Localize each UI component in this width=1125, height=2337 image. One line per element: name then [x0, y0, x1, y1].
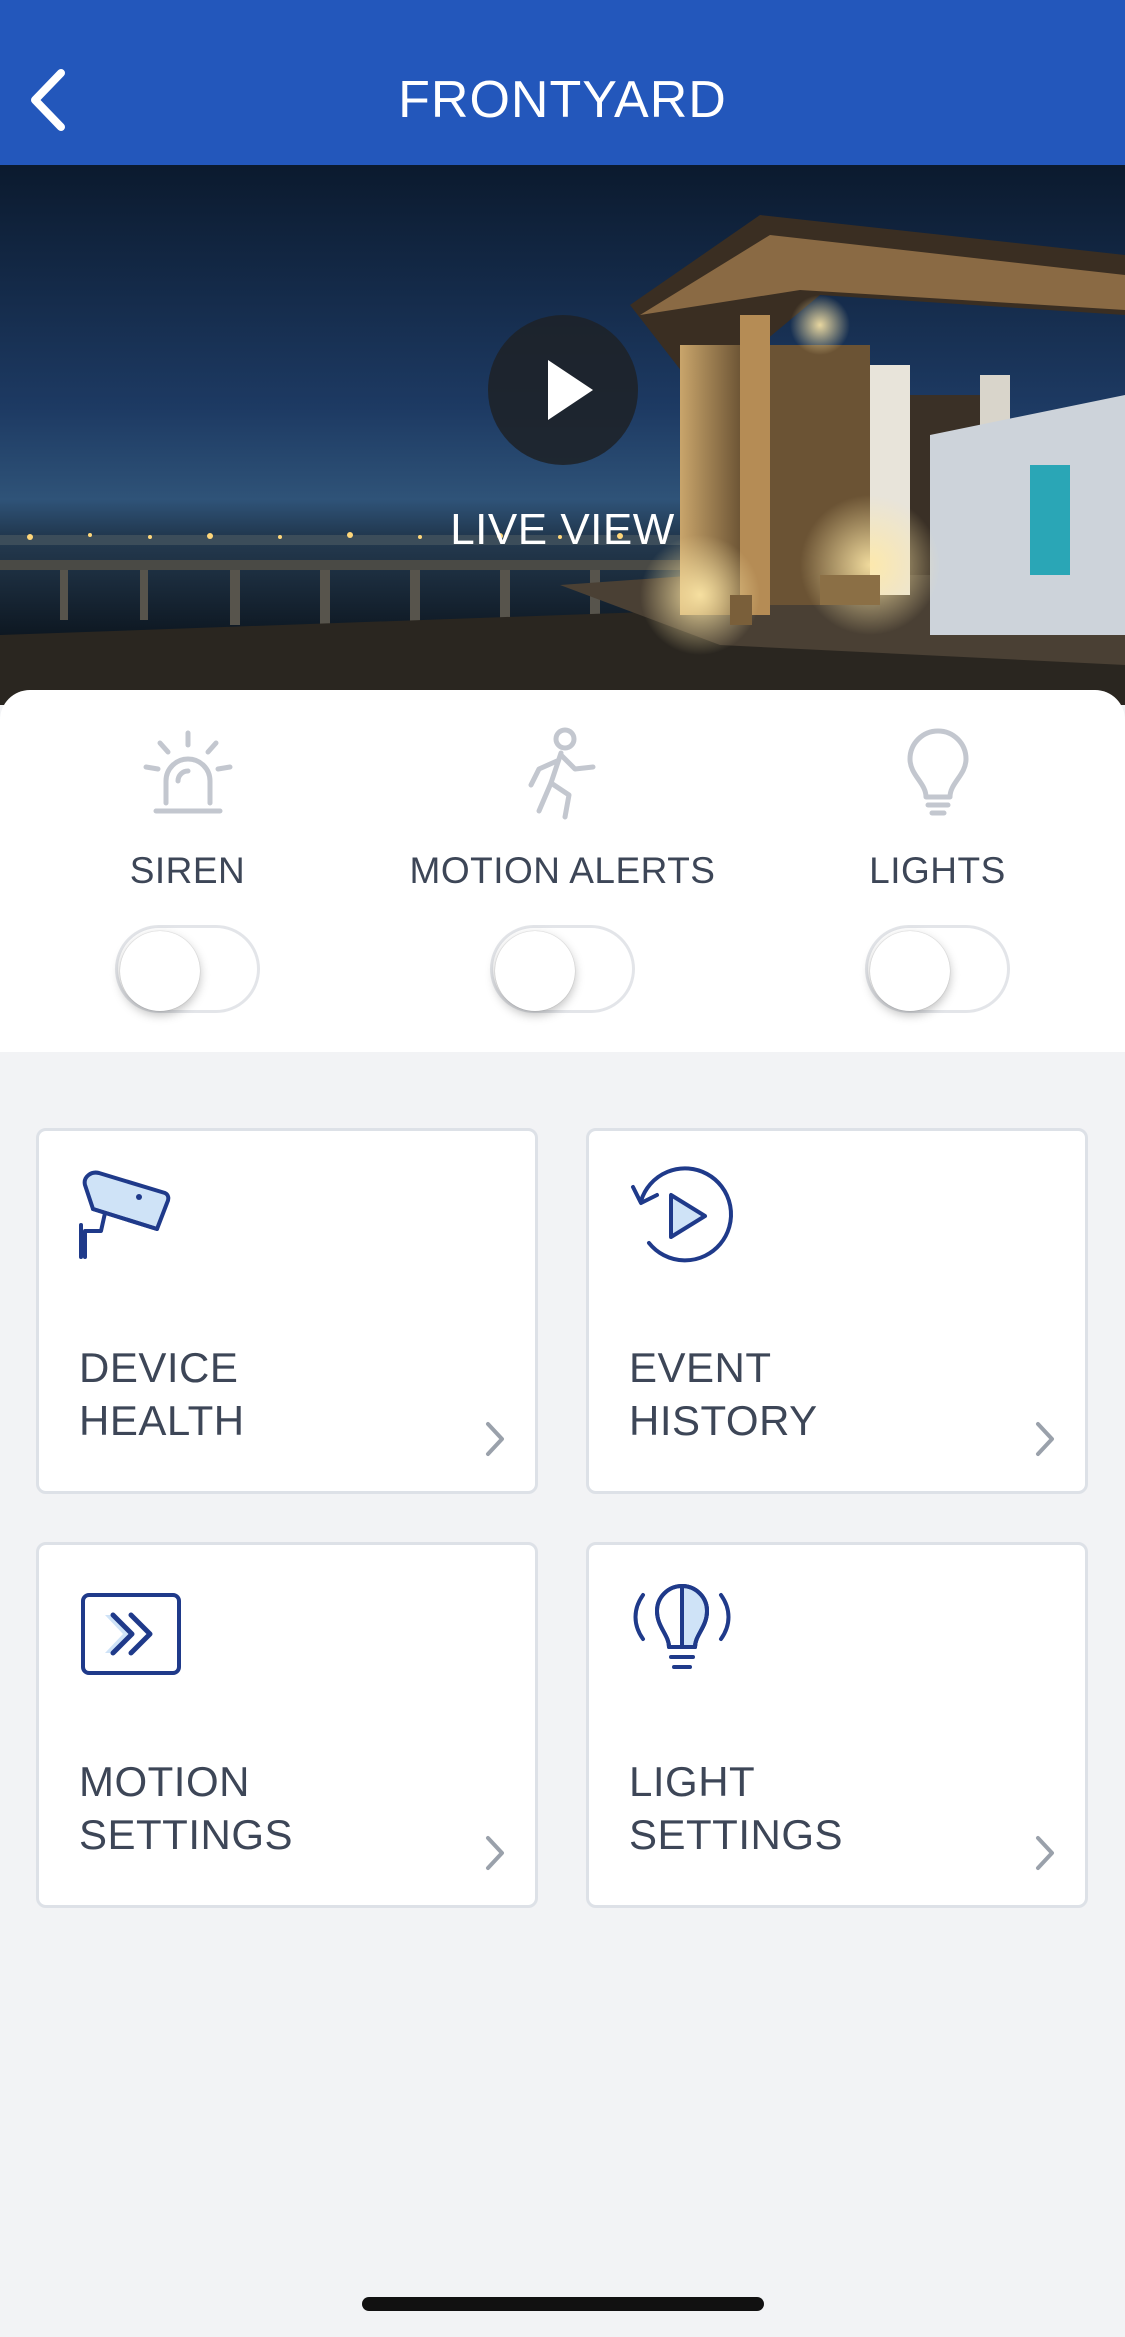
camera-icon [79, 1170, 171, 1259]
siren-label: SIREN [129, 850, 246, 891]
home-indicator [362, 2297, 764, 2311]
running-person-icon [528, 727, 595, 820]
siren-control: SIREN [0, 690, 375, 1052]
tile-title-line2: SETTINGS [629, 1811, 844, 1858]
siren-toggle[interactable] [115, 925, 260, 1013]
lights-label: LIGHTS [869, 850, 1006, 891]
play-button[interactable] [488, 315, 638, 465]
light-bulb-icon [633, 1584, 731, 1669]
lights-toggle[interactable] [865, 925, 1010, 1013]
chevron-right-icon [486, 1422, 504, 1456]
device-health-tile[interactable]: DEVICE HEALTH [36, 1128, 538, 1494]
lightbulb-icon [907, 728, 968, 816]
tile-title-line2: SETTINGS [79, 1811, 294, 1858]
chevron-right-icon [1036, 1422, 1054, 1456]
page-title: FRONTYARD [398, 71, 727, 129]
play-icon [548, 360, 593, 420]
motion-arrows-icon [81, 1593, 181, 1675]
motion-settings-tile[interactable]: MOTION SETTINGS [36, 1542, 538, 1908]
toggle-knob [495, 931, 575, 1011]
live-view-label: LIVE VIEW [450, 505, 675, 554]
tile-title-line2: HISTORY [629, 1397, 818, 1444]
motion-alerts-toggle[interactable] [490, 925, 635, 1013]
chevron-right-icon [1036, 1836, 1054, 1870]
lights-control: LIGHTS [750, 690, 1125, 1052]
history-play-icon [631, 1166, 733, 1263]
tile-title-line2: HEALTH [79, 1397, 245, 1444]
event-history-tile[interactable]: EVENT HISTORY [586, 1128, 1088, 1494]
chevron-right-icon [486, 1836, 504, 1870]
motion-alerts-label: MOTION ALERTS [409, 850, 716, 891]
light-settings-tile[interactable]: LIGHT SETTINGS [586, 1542, 1088, 1908]
tile-title-line1: LIGHT [629, 1758, 756, 1805]
top-bar: FRONTYARD [0, 0, 1125, 165]
toggle-knob [870, 931, 950, 1011]
siren-icon [143, 730, 232, 814]
live-view-panel[interactable]: LIVE VIEW [0, 165, 1125, 705]
quick-controls: SIREN MOTION ALERTS LIGHTS [0, 690, 1125, 1052]
tile-title-line1: EVENT [629, 1344, 772, 1391]
tile-title-line1: DEVICE [79, 1344, 239, 1391]
tile-title-line1: MOTION [79, 1758, 250, 1805]
motion-alerts-control: MOTION ALERTS [375, 690, 750, 1052]
toggle-knob [120, 931, 200, 1011]
